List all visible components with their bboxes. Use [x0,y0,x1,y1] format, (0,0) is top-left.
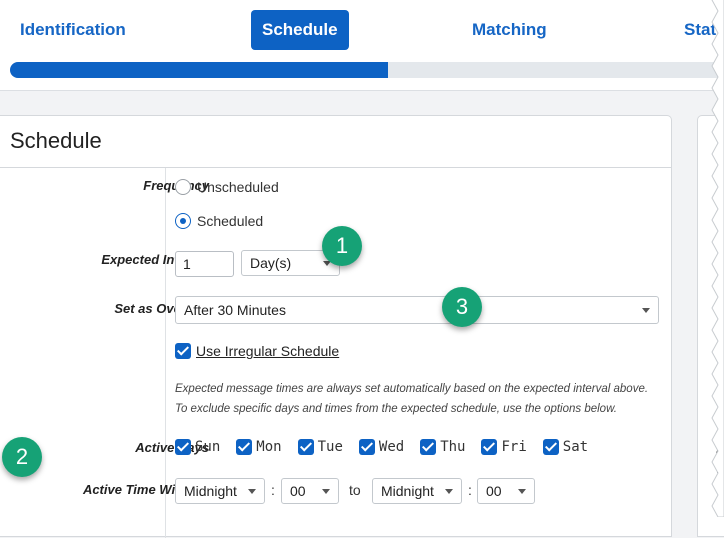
checkbox-checked-icon[interactable] [481,439,498,455]
day-checkbox-sat[interactable]: Sat [542,439,589,455]
help-text-line2: To exclude specific days and times from … [175,403,617,415]
day-checkbox-mon[interactable]: Mon [236,439,282,455]
chevron-down-icon [518,489,526,494]
day-checkbox-tue[interactable]: Tue [297,439,343,455]
irregular-schedule-checkbox[interactable]: Use Irregular Schedule [175,343,339,359]
checkbox-checked-icon[interactable] [358,439,375,455]
checkbox-checked-icon[interactable] [297,439,314,455]
step-schedule[interactable]: Schedule [251,10,349,50]
to-minute-select[interactable]: 00 [477,478,535,504]
help-text-line1: Expected message times are always set au… [175,383,649,395]
divider [0,167,671,168]
schedule-card: Schedule [0,115,672,538]
interval-value-input[interactable]: 1 [175,251,234,277]
checkbox-checked-icon[interactable] [175,343,191,359]
day-label: Thu [440,439,466,455]
wizard-progress-bar [10,62,724,78]
time-colon: : [468,482,472,498]
step-matching[interactable]: Matching [472,10,547,50]
callout-badge-2: 2 [2,437,42,477]
chevron-down-icon [642,308,650,313]
checkbox-checked-icon[interactable] [236,439,253,455]
radio-label: Unscheduled [197,179,279,195]
to-hour-value: Midnight [381,483,434,499]
radio-scheduled[interactable]: Scheduled [175,213,263,229]
to-label: to [349,482,361,498]
interval-unit-value: Day(s) [250,255,292,271]
checkbox-checked-icon[interactable] [175,439,191,455]
day-label: Sun [195,439,221,455]
chevron-down-icon [248,489,256,494]
card-title: Schedule [10,128,102,153]
day-checkbox-sun[interactable]: Sun [175,439,220,455]
torn-edge [711,0,724,517]
to-hour-select[interactable]: Midnight [372,478,462,504]
day-label: Sat [562,439,589,455]
checkbox-checked-icon[interactable] [420,439,437,455]
from-minute-select[interactable]: 00 [281,478,339,504]
callout-badge-3: 3 [442,287,482,327]
radio-label: Scheduled [197,213,264,229]
radio-unscheduled[interactable]: Unscheduled [175,179,279,195]
to-minute-value: 00 [486,483,502,499]
day-checkbox-thu[interactable]: Thu [420,439,465,455]
radio-button[interactable] [175,179,191,195]
from-hour-select[interactable]: Midnight [175,478,265,504]
day-label: Wed [378,439,405,455]
from-minute-value: 00 [290,483,306,499]
overdue-value: After 30 Minutes [184,302,286,318]
checkbox-checked-icon[interactable] [542,439,559,455]
day-label: Mon [256,439,282,455]
day-checkbox-wed[interactable]: Wed [358,439,405,455]
time-colon: : [271,482,275,498]
from-hour-value: Midnight [184,483,237,499]
active-days-group: Sun Mon Tue Wed Thu Fri Sat [175,439,604,455]
radio-button[interactable] [175,213,191,229]
step-identification[interactable]: Identification [20,10,126,50]
day-checkbox-fri[interactable]: Fri [481,439,527,455]
irregular-schedule-label[interactable]: Use Irregular Schedule [196,343,339,359]
overdue-select[interactable]: After 30 Minutes [175,296,659,324]
callout-badge-1: 1 [322,226,362,266]
wizard-header: Identification Schedule Matching Stat [0,0,724,91]
chevron-down-icon [445,489,453,494]
day-label: Fri [501,439,527,455]
day-label: Tue [317,439,343,455]
wizard-progress-fill [10,62,389,78]
chevron-down-icon [322,489,330,494]
